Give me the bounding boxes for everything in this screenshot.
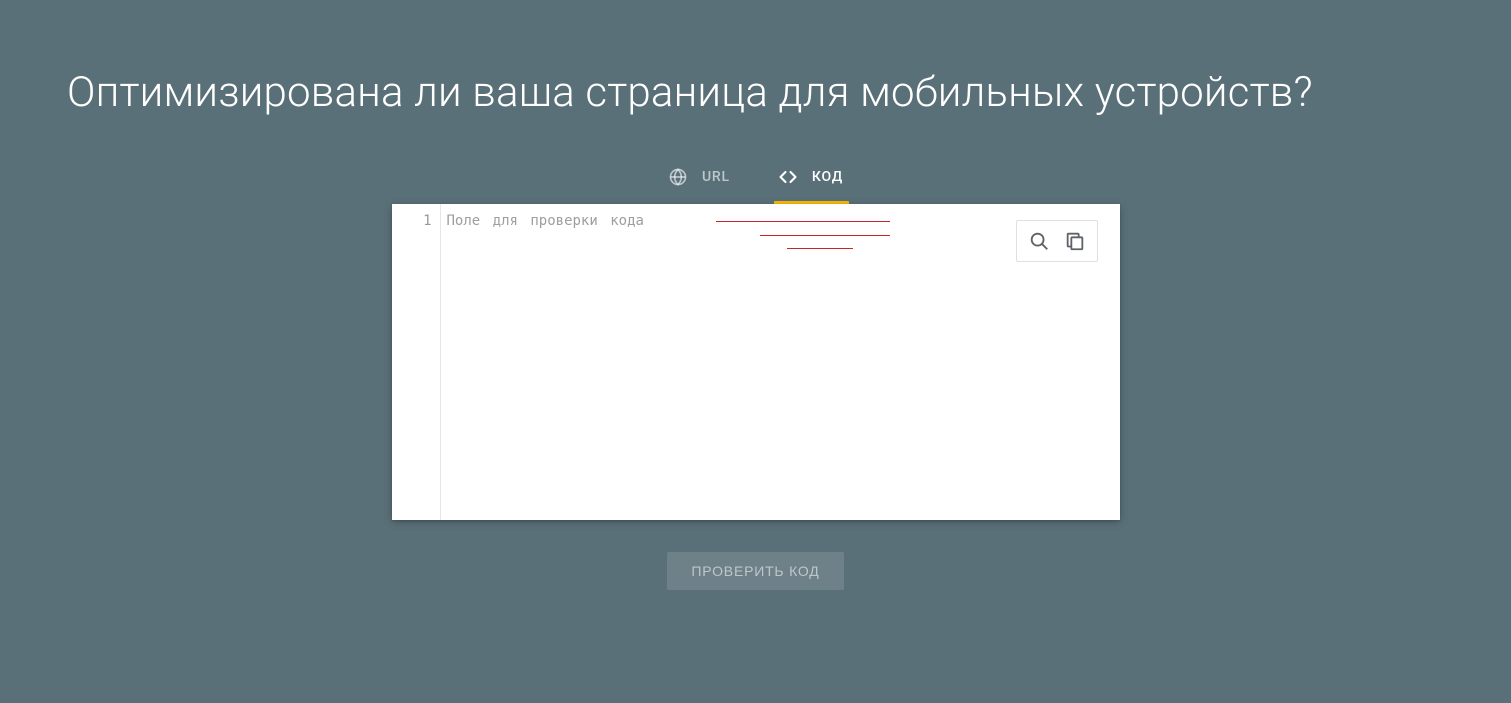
copy-icon — [1064, 230, 1086, 252]
code-icon — [778, 167, 798, 187]
tab-url[interactable]: URL — [668, 161, 730, 205]
copy-button[interactable] — [1063, 229, 1087, 253]
page-title: Оптимизирована ли ваша страница для моби… — [0, 0, 1511, 117]
test-code-button[interactable]: ПРОВЕРИТЬ КОД — [667, 552, 843, 590]
code-editor: 1 Поле для проверки кода — [392, 204, 1120, 520]
code-placeholder: Поле для проверки кода — [447, 211, 644, 231]
search-button[interactable] — [1027, 229, 1051, 253]
tab-code[interactable]: КОД — [778, 161, 843, 205]
search-icon — [1028, 230, 1050, 252]
editor-gutter: 1 — [392, 204, 441, 520]
main-content: URL КОД 1 Поле для проверки кода — [0, 161, 1511, 590]
tab-bar: URL КОД — [668, 161, 843, 205]
editor-toolbar — [1016, 220, 1098, 262]
tab-url-label: URL — [702, 169, 730, 185]
globe-icon — [668, 167, 688, 187]
gutter-line-number: 1 — [392, 211, 432, 231]
tab-code-label: КОД — [812, 169, 843, 185]
